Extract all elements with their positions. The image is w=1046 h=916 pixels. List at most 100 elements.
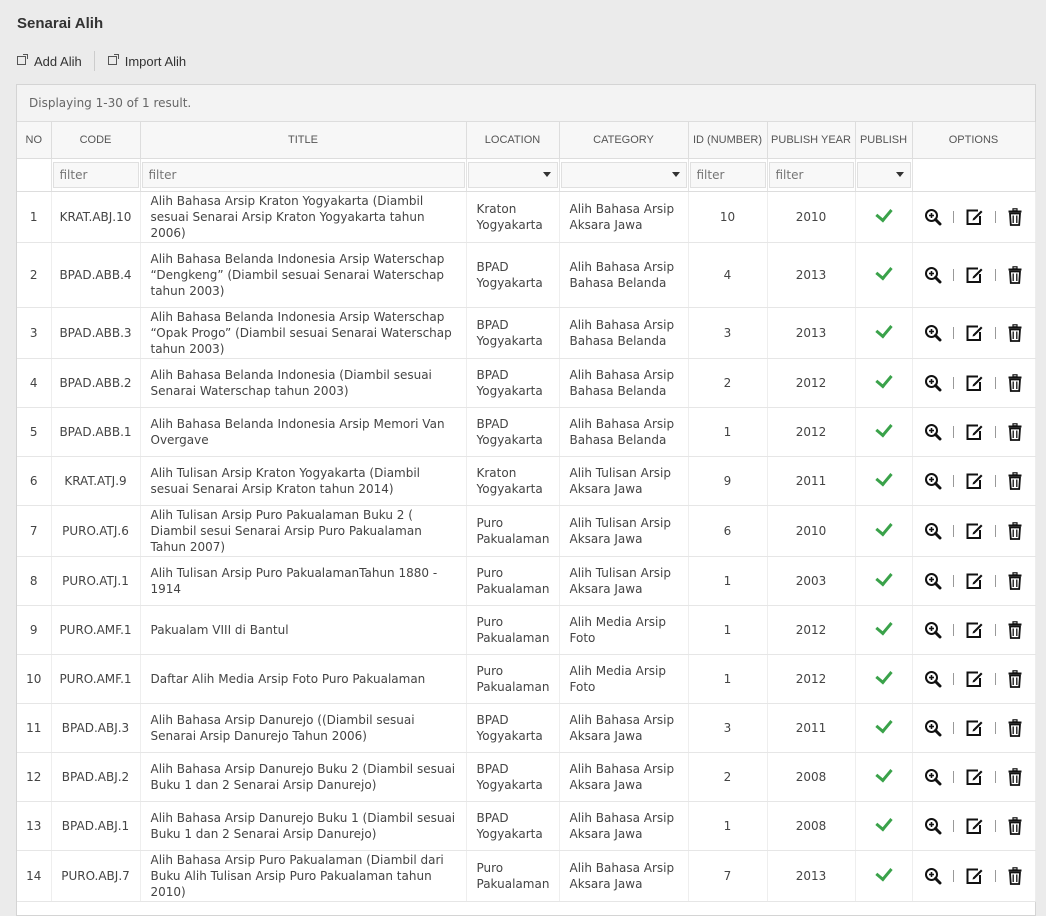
cell-publish <box>855 242 913 308</box>
code-filter-input[interactable] <box>52 162 139 188</box>
edit-icon[interactable] <box>965 208 984 226</box>
cell-publish <box>855 654 913 704</box>
cell-location: Puro Pakualaman <box>466 654 560 704</box>
cell-category: Alih Bahasa Arsip Aksara Jawa <box>559 850 689 902</box>
category-filter-select[interactable] <box>560 162 687 188</box>
trash-icon[interactable] <box>1007 572 1023 590</box>
view-icon[interactable] <box>924 266 942 284</box>
view-icon[interactable] <box>924 817 942 835</box>
option-divider <box>995 327 996 339</box>
col-no[interactable]: NO <box>17 122 52 159</box>
edit-icon[interactable] <box>965 266 984 284</box>
col-code[interactable]: CODE <box>51 122 141 159</box>
trash-icon[interactable] <box>1007 621 1023 639</box>
trash-icon[interactable] <box>1007 423 1023 441</box>
option-divider <box>995 575 996 587</box>
edit-icon[interactable] <box>965 374 984 392</box>
cell-options <box>912 703 1036 753</box>
import-alih-link[interactable]: Import Alih <box>107 53 187 69</box>
edit-icon[interactable] <box>965 572 984 590</box>
year-filter-input[interactable] <box>768 162 854 188</box>
trash-icon[interactable] <box>1007 472 1023 490</box>
col-id-number[interactable]: ID (NUMBER) <box>688 122 768 159</box>
cell-code: PURO.ATJ.6 <box>51 505 141 557</box>
edit-icon[interactable] <box>965 817 984 835</box>
cell-location: BPAD Yogyakarta <box>466 703 560 753</box>
title-filter-input[interactable] <box>141 162 465 188</box>
col-publish-year[interactable]: PUBLISH YEAR <box>767 122 856 159</box>
edit-icon[interactable] <box>965 621 984 639</box>
option-divider <box>953 377 954 389</box>
col-publish[interactable]: PUBLISH <box>855 122 913 159</box>
option-divider <box>953 327 954 339</box>
option-divider <box>953 211 954 223</box>
trash-icon[interactable] <box>1007 522 1023 540</box>
trash-icon[interactable] <box>1007 374 1023 392</box>
location-filter-select[interactable] <box>467 162 558 188</box>
cell-code: KRAT.ABJ.10 <box>51 191 141 243</box>
view-icon[interactable] <box>924 572 942 590</box>
cell-publish-year: 2010 <box>767 191 856 243</box>
view-icon[interactable] <box>924 324 942 342</box>
filter-row <box>17 158 1036 192</box>
cell-id-number: 6 <box>688 505 768 557</box>
edit-icon[interactable] <box>965 472 984 490</box>
col-category[interactable]: CATEGORY <box>559 122 689 159</box>
trash-icon[interactable] <box>1007 817 1023 835</box>
edit-icon[interactable] <box>965 719 984 737</box>
edit-icon[interactable] <box>965 423 984 441</box>
col-location[interactable]: LOCATION <box>466 122 560 159</box>
import-alih-label: Import Alih <box>124 53 187 69</box>
id-filter-input[interactable] <box>689 162 766 188</box>
edit-icon[interactable] <box>965 522 984 540</box>
dropdown-arrow-icon <box>671 172 680 177</box>
trash-icon[interactable] <box>1007 324 1023 342</box>
trash-icon[interactable] <box>1007 208 1023 226</box>
grid-summary: Displaying 1-30 of 1 result. <box>17 85 1035 122</box>
view-icon[interactable] <box>924 522 942 540</box>
edit-icon[interactable] <box>965 670 984 688</box>
external-link-icon <box>17 53 28 65</box>
grid-view: Displaying 1-30 of 1 result. NO CODE TIT… <box>16 84 1036 916</box>
view-icon[interactable] <box>924 472 942 490</box>
trash-icon[interactable] <box>1007 768 1023 786</box>
check-icon <box>874 666 893 685</box>
view-icon[interactable] <box>924 670 942 688</box>
cell-category: Alih Tulisan Arsip Aksara Jawa <box>559 556 689 606</box>
trash-icon[interactable] <box>1007 719 1023 737</box>
trash-icon[interactable] <box>1007 266 1023 284</box>
edit-icon[interactable] <box>965 867 984 885</box>
view-icon[interactable] <box>924 208 942 226</box>
edit-icon[interactable] <box>965 324 984 342</box>
cell-no: 8 <box>17 556 52 606</box>
cell-publish <box>855 456 913 506</box>
view-icon[interactable] <box>924 867 942 885</box>
col-title[interactable]: TITLE <box>140 122 467 159</box>
option-divider <box>953 870 954 882</box>
cell-no: 6 <box>17 456 52 506</box>
check-icon <box>874 568 893 587</box>
cell-category: Alih Bahasa Arsip Aksara Jawa <box>559 191 689 243</box>
cell-publish-year: 2010 <box>767 505 856 557</box>
option-divider <box>995 673 996 685</box>
view-icon[interactable] <box>924 768 942 786</box>
cell-options <box>912 242 1036 308</box>
cell-publish-year: 2011 <box>767 703 856 753</box>
table-row: 11 BPAD.ABJ.3 Alih Bahasa Arsip Danurejo (… <box>17 703 1036 753</box>
view-icon[interactable] <box>924 621 942 639</box>
trash-icon[interactable] <box>1007 867 1023 885</box>
add-alih-link[interactable]: Add Alih <box>17 53 82 69</box>
cell-location: Kraton Yogyakarta <box>466 456 560 506</box>
cell-publish <box>855 307 913 359</box>
cell-code: BPAD.ABB.3 <box>51 307 141 359</box>
view-icon[interactable] <box>924 374 942 392</box>
option-divider <box>953 771 954 783</box>
cell-id-number: 3 <box>688 703 768 753</box>
trash-icon[interactable] <box>1007 670 1023 688</box>
edit-icon[interactable] <box>965 768 984 786</box>
view-icon[interactable] <box>924 423 942 441</box>
view-icon[interactable] <box>924 719 942 737</box>
publish-filter-select[interactable] <box>856 162 911 188</box>
action-divider <box>93 51 95 71</box>
cell-publish <box>855 407 913 457</box>
